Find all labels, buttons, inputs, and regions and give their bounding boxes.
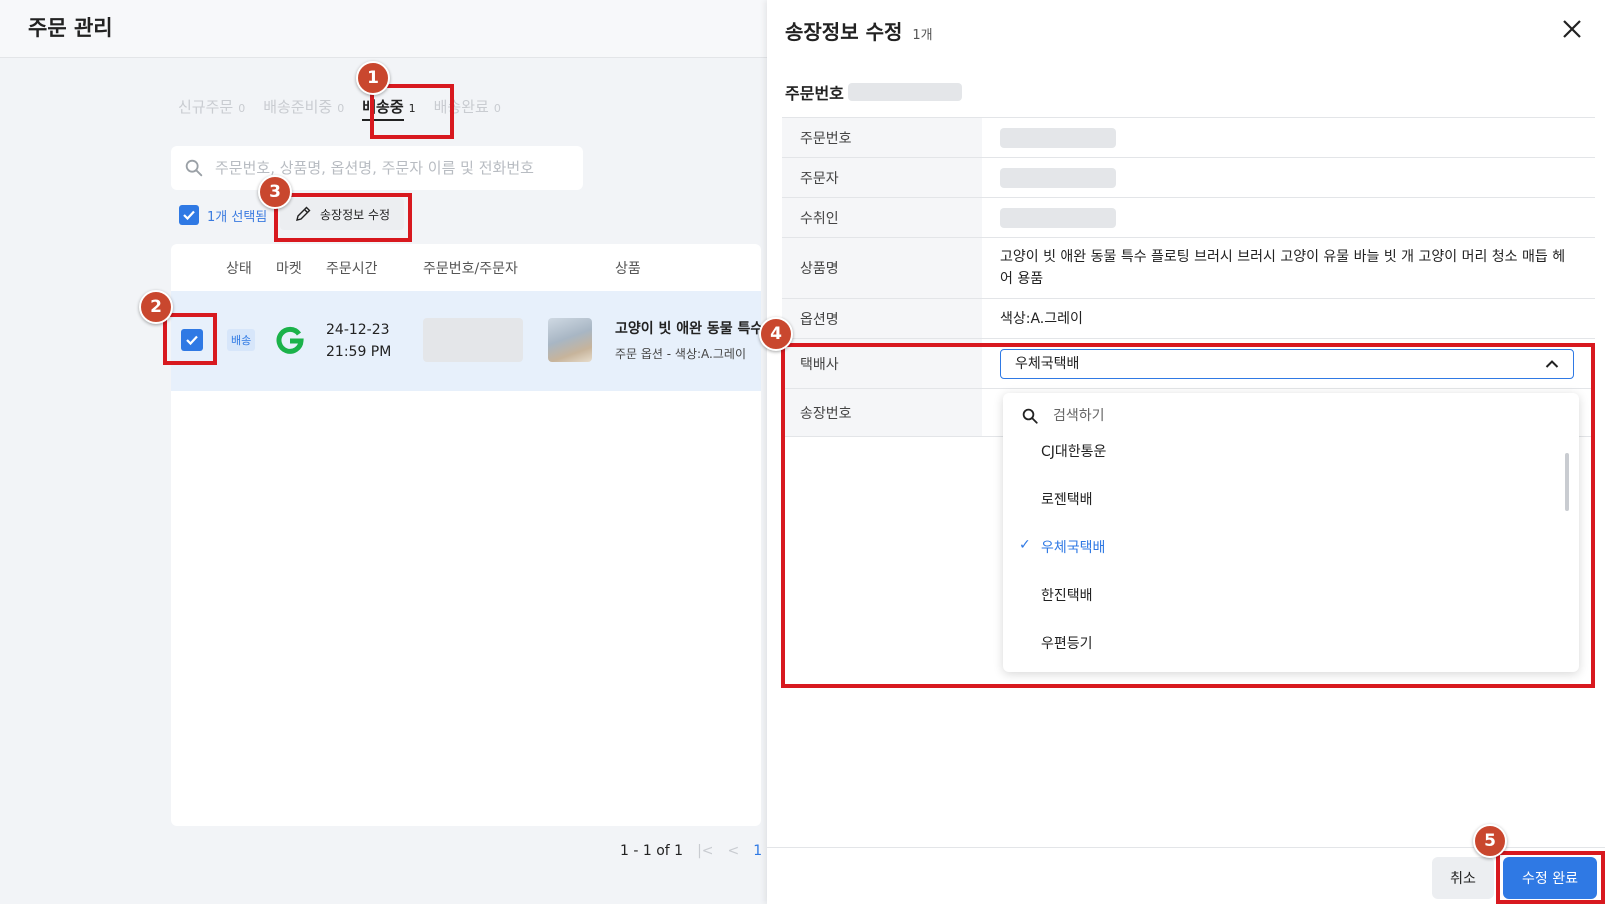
info-value xyxy=(982,118,1595,157)
info-label: 주문자 xyxy=(782,158,982,197)
selection-bar: 1개 선택됨 xyxy=(179,205,267,225)
tab-label: 배송준비중 xyxy=(263,98,333,116)
first-page-icon[interactable]: |< xyxy=(697,843,713,859)
tab-count: 0 xyxy=(238,102,246,115)
step-badge: 4 xyxy=(759,317,793,351)
value-placeholder xyxy=(1000,127,1116,148)
prev-page-icon[interactable]: < xyxy=(728,843,740,859)
step-badge: 1 xyxy=(356,61,390,95)
table-header: 상태 마켓 주문시간 주문번호/주문자 상품 xyxy=(171,244,761,290)
info-value xyxy=(982,158,1595,197)
tab-count: 0 xyxy=(493,102,501,115)
col-order-no: 주문번호/주문자 xyxy=(423,261,518,277)
order-clock: 21:59 PM xyxy=(326,344,392,360)
col-market: 마켓 xyxy=(276,261,302,277)
order-search xyxy=(171,146,583,190)
step-badge: 5 xyxy=(1473,824,1507,858)
page-range: 1 - 1 of 1 xyxy=(620,843,684,859)
page-number[interactable]: 1 xyxy=(753,843,762,859)
selected-count: 1개 선택됨 xyxy=(207,209,268,225)
order-number-heading: 주문번호 xyxy=(785,80,962,104)
cancel-button[interactable]: 취소 xyxy=(1432,857,1494,899)
product-thumbnail xyxy=(548,318,592,362)
info-row-product-name: 상품명 고양이 빗 애완 동물 특수 플로팅 브러시 브러시 고양이 유물 바늘… xyxy=(782,238,1595,299)
panel-header: 송장정보 수정 1개 xyxy=(785,16,933,45)
order-time: 24-12-23 21:59 PM xyxy=(326,319,391,363)
product-name-value: 고양이 빗 애완 동물 특수 플로팅 브러시 브러시 고양이 유물 바늘 빗 개… xyxy=(1000,249,1566,287)
select-all-checkbox[interactable] xyxy=(179,205,199,225)
search-icon xyxy=(185,159,203,177)
highlight-box-checkbox xyxy=(163,313,217,365)
panel-title: 송장정보 수정 xyxy=(785,20,903,44)
tab-label: 신규주문 xyxy=(178,98,234,116)
page-title: 주문 관리 xyxy=(28,16,113,40)
tab-new-orders[interactable]: 신규주문 0 xyxy=(178,96,245,126)
highlight-box-tab xyxy=(370,84,454,139)
highlight-box-carrier xyxy=(781,343,1595,688)
info-label: 주문번호 xyxy=(782,118,982,157)
option-value: 색상:A.그레이 xyxy=(1000,310,1083,327)
order-date: 24-12-23 xyxy=(326,322,390,338)
col-status: 상태 xyxy=(226,261,252,277)
value-placeholder xyxy=(1000,207,1116,228)
info-row-order-no: 주문번호 xyxy=(782,118,1595,158)
highlight-box-edit-button xyxy=(274,193,412,242)
info-label: 수취인 xyxy=(782,198,982,237)
order-number-label: 주문번호 xyxy=(785,84,844,103)
info-label: 상품명 xyxy=(782,238,982,298)
pagination: 1 - 1 of 1 |< < 1 xyxy=(620,843,762,859)
info-row-recipient: 수취인 xyxy=(782,198,1595,238)
orders-table: 상태 마켓 주문시간 주문번호/주문자 상품 배송 24-12-23 21:59… xyxy=(171,244,761,826)
status-badge: 배송 xyxy=(227,329,256,351)
info-row-orderer: 주문자 xyxy=(782,158,1595,198)
highlight-box-submit xyxy=(1496,851,1605,904)
product-name: 고양이 빗 애완 동물 특수 xyxy=(615,321,761,337)
panel-count: 1개 xyxy=(912,28,933,43)
step-badge: 2 xyxy=(139,290,173,324)
col-product: 상품 xyxy=(615,261,641,277)
value-placeholder xyxy=(1000,167,1116,188)
g-market-logo xyxy=(276,326,304,354)
info-label: 옵션명 xyxy=(782,299,982,338)
check-icon xyxy=(183,210,195,221)
tab-preparing[interactable]: 배송준비중 0 xyxy=(263,96,344,126)
step-badge: 3 xyxy=(258,175,292,209)
order-number-placeholder xyxy=(423,318,523,362)
search-input[interactable] xyxy=(215,159,575,177)
col-order-time: 주문시간 xyxy=(326,261,378,277)
info-row-option: 옵션명 색상:A.그레이 xyxy=(782,299,1595,339)
info-value xyxy=(982,198,1595,237)
product-option: 주문 옵션 - 색상:A.그레이 xyxy=(615,347,746,361)
table-row[interactable]: 배송 24-12-23 21:59 PM 고양이 빗 애완 동물 특수 주문 옵… xyxy=(171,291,761,391)
order-number-placeholder xyxy=(847,83,962,101)
close-icon[interactable] xyxy=(1561,18,1583,40)
tab-count: 0 xyxy=(337,102,345,115)
